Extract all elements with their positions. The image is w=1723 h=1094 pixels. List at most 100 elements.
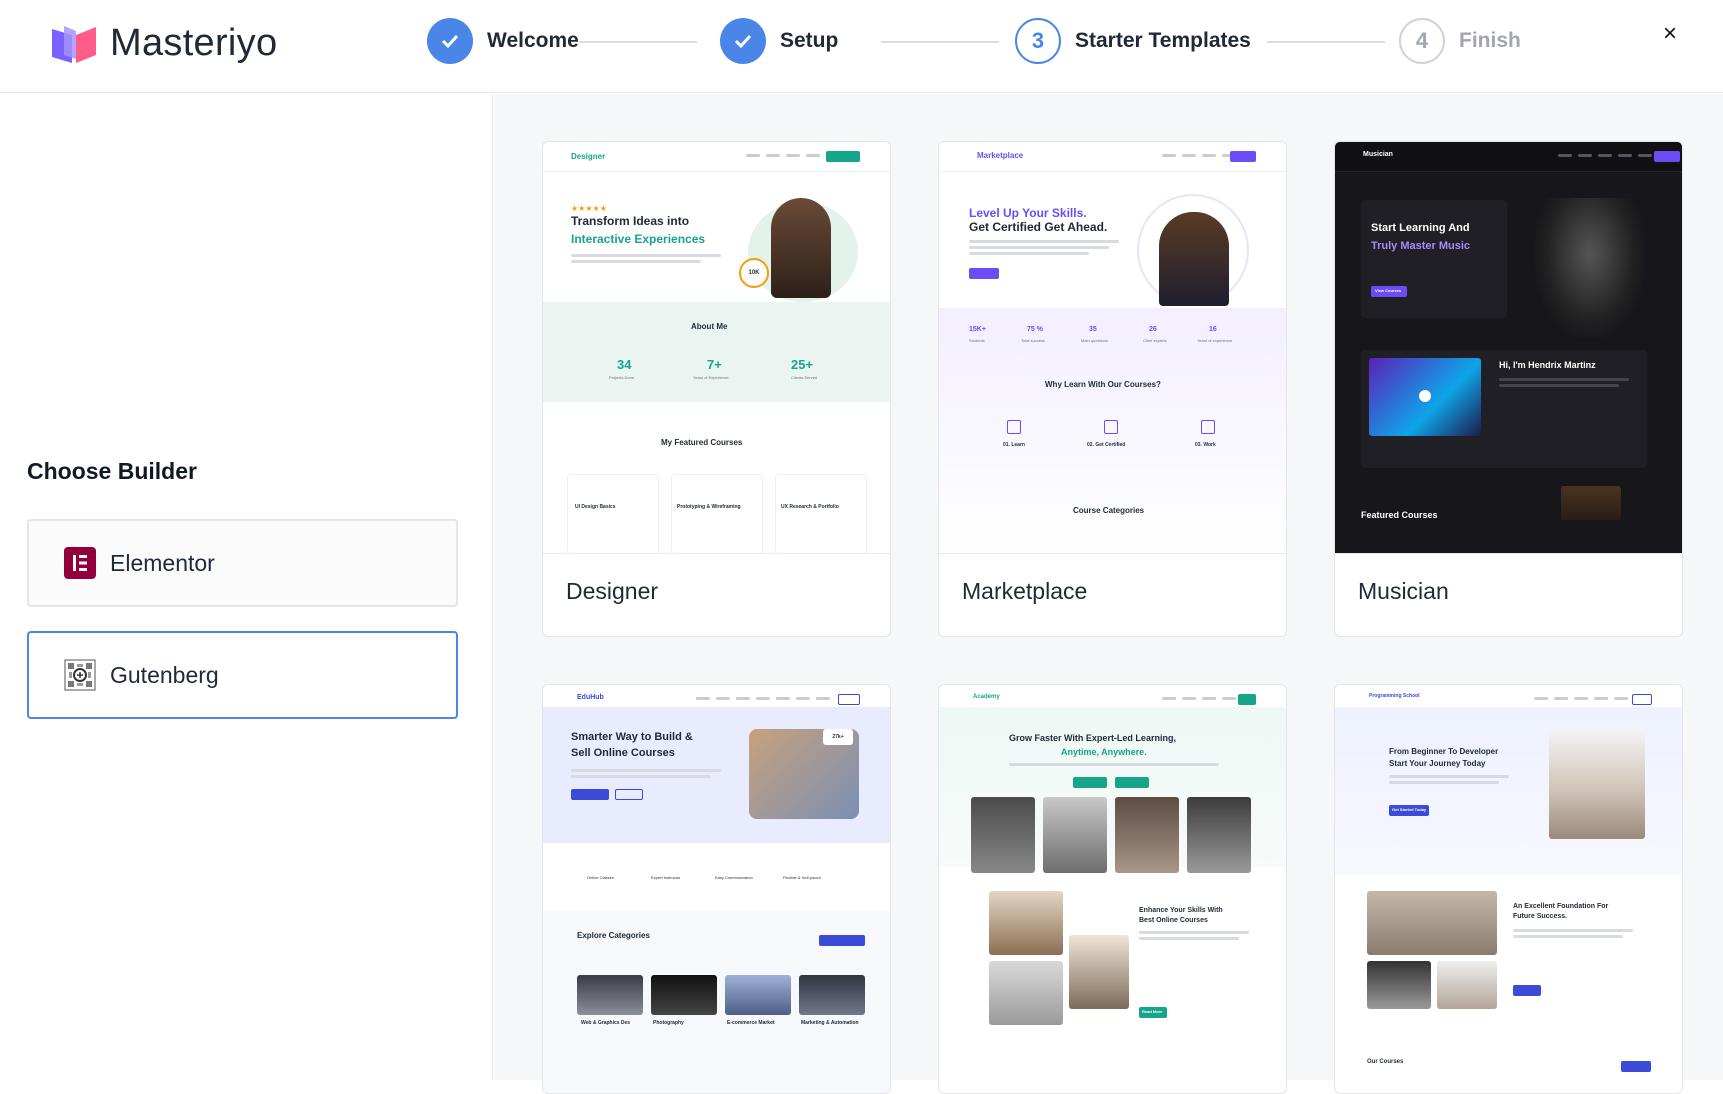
template-card-programming-school[interactable]: Programming School From Beginner To Deve…: [1334, 684, 1683, 1094]
preview-section-skills-b: Best Online Courses: [1139, 917, 1208, 924]
template-name-musician: Musician: [1358, 578, 1449, 604]
preview-section-foundation-b: Future Success.: [1513, 913, 1568, 920]
step-starter-templates: 3 Starter Templates: [1015, 18, 1251, 64]
preview-stat-label: Projects Done: [609, 375, 635, 380]
preview-stat-label: Students: [969, 338, 985, 343]
setup-stepper: Welcome Setup 3 Starter Templates 4 Fini…: [427, 18, 1527, 66]
preview-category: Marketing & Automation: [801, 1020, 859, 1026]
preview-stat-label: Years of Experience: [693, 375, 729, 380]
step-welcome-label: Welcome: [487, 29, 579, 52]
preview-section-categories: Explore Categories: [577, 931, 650, 940]
preview-stat-label: Clients Served: [791, 375, 818, 380]
preview-badge: 10K: [748, 270, 760, 276]
preview-stat-label: Total success: [1021, 338, 1046, 343]
step-starter-templates-number: 3: [1015, 18, 1061, 64]
preview-badge: 27k+: [832, 734, 844, 740]
step-setup-label: Setup: [780, 29, 839, 52]
preview-feature: 02. Get Certified: [1087, 442, 1126, 448]
preview-cta: Read More: [1142, 1009, 1163, 1014]
template-preview-marketplace: Marketplace Level Up Your Skills. Get Ce…: [939, 142, 1286, 554]
builder-label-elementor: Elementor: [110, 549, 215, 576]
preview-brand: Marketplace: [977, 151, 1024, 160]
preview-stat-label: Chief experts: [1143, 338, 1167, 343]
preview-course-title: UX Research & Portfolio: [781, 504, 839, 510]
preview-brand: EduHub: [577, 694, 604, 701]
preview-stat: 16: [1209, 326, 1217, 333]
preview-category: Web & Graphics Des: [581, 1020, 631, 1026]
preview-course-title: UI Design Basics: [575, 504, 616, 510]
preview-brand: Academy: [973, 694, 1000, 700]
preview-section-foundation: An Excellent Foundation For: [1513, 903, 1609, 910]
template-preview-designer: Designer ★★★★★ Transform Ideas into Inte…: [543, 142, 890, 554]
preview-section-featured: Featured Courses: [1361, 510, 1438, 520]
preview-section-about: About Me: [691, 322, 728, 331]
close-icon[interactable]: ×: [1658, 20, 1682, 47]
preview-hero-line1: From Beginner To Developer: [1389, 747, 1499, 756]
preview-stat-label: Years of experience: [1197, 338, 1233, 343]
preview-feature: Expert Instructor: [651, 875, 681, 880]
preview-feature: Easy Communication: [715, 875, 753, 880]
step-starter-templates-label: Starter Templates: [1075, 29, 1251, 52]
step-finish: 4 Finish: [1399, 18, 1521, 64]
preview-brand: Musician: [1363, 151, 1393, 158]
preview-section-why: Why Learn With Our Courses?: [1045, 380, 1161, 389]
template-card-eduhub[interactable]: EduHub Smarter Way to Build & Sell Onlin…: [542, 684, 891, 1094]
preview-feature: Flexible & Self-paced: [783, 875, 821, 880]
template-card-designer[interactable]: Designer ★★★★★ Transform Ideas into Inte…: [542, 141, 891, 637]
brand-logo: Masteriyo: [50, 22, 277, 65]
preview-brand: Designer: [571, 152, 606, 161]
template-card-marketplace[interactable]: Marketplace Level Up Your Skills. Get Ce…: [938, 141, 1287, 637]
preview-brand: Programming School: [1369, 693, 1420, 699]
step-finish-label: Finish: [1459, 29, 1521, 52]
masteriyo-logo-icon: [52, 25, 96, 63]
builder-option-gutenberg[interactable]: Gutenberg: [27, 631, 458, 719]
step-welcome: Welcome: [427, 18, 579, 64]
preview-stat: 15K+: [969, 326, 986, 333]
preview-section-about: Hi, I'm Hendrix Martinz: [1499, 360, 1596, 370]
step-connector: [579, 41, 697, 43]
template-preview-programming-school: Programming School From Beginner To Deve…: [1335, 685, 1682, 1093]
template-preview-musician: Musician Start Learning And Truly Master…: [1335, 142, 1682, 554]
preview-feature: 03. Work: [1195, 442, 1216, 448]
preview-stat: 75 %: [1027, 326, 1043, 333]
elementor-icon: [64, 547, 96, 579]
preview-stat: 7+: [707, 357, 722, 372]
top-bar: Masteriyo Welcome Setup 3 Starter Templa…: [0, 0, 1723, 93]
preview-cta: View Courses: [1375, 288, 1402, 293]
preview-hero-line2: Sell Online Courses: [571, 747, 675, 759]
preview-nav: Designer: [543, 142, 890, 172]
builder-sidebar: Choose Builder Elementor Gutenberg: [0, 94, 493, 1080]
preview-stat: 25+: [791, 357, 814, 372]
template-card-academy[interactable]: Academy Grow Faster With Expert-Led Lear…: [938, 684, 1287, 1094]
preview-section-courses: My Featured Courses: [661, 438, 743, 447]
step-connector: [881, 41, 999, 43]
template-preview-academy: Academy Grow Faster With Expert-Led Lear…: [939, 685, 1286, 1093]
preview-stat: 26: [1149, 326, 1157, 333]
builder-label-gutenberg: Gutenberg: [110, 661, 219, 688]
preview-hero-line2: Get Certified Get Ahead.: [969, 220, 1108, 234]
templates-grid: Designer ★★★★★ Transform Ideas into Inte…: [494, 94, 1723, 1094]
preview-hero-line1: Start Learning And: [1371, 222, 1470, 234]
step-setup-check-icon: [720, 18, 766, 64]
preview-hero-line1: Transform Ideas into: [571, 214, 690, 228]
preview-hero-line2: Start Your Journey Today: [1389, 759, 1486, 768]
preview-category: Photography: [653, 1020, 684, 1026]
step-finish-number: 4: [1399, 18, 1445, 64]
builder-option-elementor[interactable]: Elementor: [27, 519, 458, 607]
preview-hero-line1: Grow Faster With Expert-Led Learning,: [1009, 733, 1176, 743]
preview-stat: 35: [1089, 326, 1097, 333]
template-name-designer: Designer: [566, 578, 659, 604]
app-name: Masteriyo: [110, 22, 278, 64]
preview-stat-label: Main questions: [1081, 338, 1108, 343]
template-card-musician[interactable]: Musician Start Learning And Truly Master…: [1334, 141, 1683, 637]
preview-section-categories: Course Categories: [1073, 506, 1145, 515]
preview-hero-line2: Truly Master Music: [1371, 240, 1471, 252]
step-connector: [1267, 41, 1385, 43]
choose-builder-heading: Choose Builder: [27, 458, 197, 484]
preview-section-skills: Enhance Your Skills With: [1139, 907, 1223, 914]
preview-stat: 34: [617, 357, 632, 372]
preview-category: E-commerce Market: [727, 1020, 775, 1026]
preview-nav: Musician: [1335, 142, 1682, 172]
preview-hero-line2: Anytime, Anywhere.: [1061, 747, 1147, 757]
preview-hero-line1: Level Up Your Skills.: [969, 206, 1087, 220]
